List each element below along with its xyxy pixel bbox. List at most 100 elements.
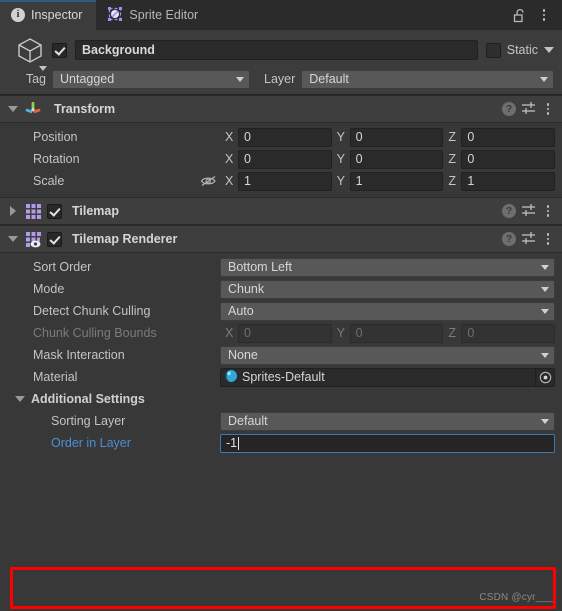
static-label: Static: [506, 43, 538, 57]
order-in-layer-value: -1: [226, 436, 238, 450]
component-title-tilemap-renderer: Tilemap Renderer: [72, 232, 178, 246]
eye-off-icon[interactable]: [196, 174, 220, 188]
tab-sprite-editor[interactable]: Sprite Editor: [96, 0, 212, 30]
axis-label-y: Y: [336, 326, 346, 340]
axis-label-x: X: [225, 174, 234, 188]
preset-icon[interactable]: [521, 231, 536, 248]
chevron-down-icon: [236, 76, 244, 82]
additional-settings-foldout[interactable]: Additional Settings: [7, 388, 555, 410]
position-x-input[interactable]: 0: [238, 127, 332, 147]
mask-interaction-row: Mask Interaction None: [7, 344, 555, 366]
chunk-culling-bounds-z-input: 0: [461, 323, 556, 343]
unity-inspector-window: i Inspector Sprite Editor Background Sta…: [0, 0, 562, 611]
tilemap-foldout-toggle[interactable]: [4, 206, 22, 216]
tab-inspector-label: Inspector: [31, 8, 83, 22]
layer-dropdown[interactable]: Default: [301, 69, 554, 89]
info-icon: i: [11, 8, 25, 22]
transform-foldout-toggle[interactable]: [4, 106, 22, 112]
tilemap-renderer-enabled-checkbox[interactable]: [47, 231, 62, 247]
mode-dropdown[interactable]: Chunk: [220, 279, 555, 299]
kebab-menu-icon[interactable]: [541, 103, 555, 115]
chevron-down-icon: [15, 396, 25, 402]
kebab-menu-icon[interactable]: [533, 4, 555, 26]
rotation-x-input[interactable]: 0: [238, 149, 332, 169]
tag-label: Tag: [25, 72, 46, 86]
position-z-input[interactable]: 0: [461, 127, 556, 147]
kebab-menu-icon[interactable]: [541, 205, 555, 217]
additional-settings-label: Additional Settings: [31, 392, 145, 406]
position-y-input[interactable]: 0: [349, 127, 444, 147]
rotation-vector: X 0 Y 0 Z 0: [220, 149, 556, 169]
gameobject-tag-layer-row: Tag Untagged Layer Default: [8, 68, 554, 90]
chunk-culling-bounds-label: Chunk Culling Bounds: [33, 326, 157, 340]
unlock-icon[interactable]: [509, 4, 531, 26]
tab-bar-spacer: [212, 0, 509, 30]
axis-label-y: Y: [336, 152, 346, 166]
axis-label-x: X: [225, 130, 234, 144]
static-dropdown-caret[interactable]: [544, 47, 554, 53]
help-icon[interactable]: ?: [502, 232, 516, 246]
sorting-layer-label: Sorting Layer: [51, 414, 126, 428]
chevron-down-icon: [540, 76, 548, 82]
chevron-down-icon: [541, 308, 549, 314]
preset-icon[interactable]: [521, 203, 536, 220]
gameobject-name-value: Background: [82, 43, 155, 57]
sort-order-label: Sort Order: [33, 260, 92, 274]
tag-value: Untagged: [60, 72, 115, 86]
mode-value: Chunk: [228, 282, 265, 296]
help-icon[interactable]: ?: [502, 102, 516, 116]
order-in-layer-row: Order in Layer -1: [7, 432, 555, 454]
axis-label-z: Z: [448, 326, 456, 340]
kebab-menu-icon[interactable]: [541, 233, 555, 245]
tilemap-renderer-foldout-toggle[interactable]: [4, 236, 22, 242]
static-checkbox[interactable]: [485, 42, 501, 58]
layer-label: Layer: [264, 72, 296, 86]
tag-dropdown[interactable]: Untagged: [52, 69, 250, 89]
position-label: Position: [33, 130, 78, 144]
gameobject-enabled-checkbox[interactable]: [52, 42, 67, 58]
chevron-down-icon: [541, 352, 549, 358]
mode-label: Mode: [33, 282, 65, 296]
material-row: Material Sprites-Default: [7, 366, 555, 388]
object-picker-icon[interactable]: [535, 368, 554, 386]
detect-chunk-culling-dropdown[interactable]: Auto: [220, 301, 555, 321]
transform-axis-icon: [22, 100, 44, 118]
cube-dropdown-caret[interactable]: [39, 66, 47, 71]
sort-order-dropdown[interactable]: Bottom Left: [220, 257, 555, 277]
material-value: Sprites-Default: [242, 370, 325, 384]
scale-z-input[interactable]: 1: [461, 171, 556, 191]
tab-sprite-editor-label: Sprite Editor: [129, 8, 199, 22]
help-icon[interactable]: ?: [502, 204, 516, 218]
position-vector: X 0 Y 0 Z 0: [220, 127, 556, 147]
axis-label-y: Y: [336, 174, 346, 188]
component-title-transform: Transform: [54, 102, 116, 116]
axis-label-y: Y: [336, 130, 346, 144]
cube-icon[interactable]: [8, 35, 52, 71]
material-object-field[interactable]: Sprites-Default: [220, 367, 555, 387]
component-header-tilemap[interactable]: Tilemap ?: [0, 197, 562, 225]
scale-x-input[interactable]: 1: [238, 171, 332, 191]
chevron-down-icon: [541, 264, 549, 270]
tilemap-enabled-checkbox[interactable]: [47, 203, 62, 219]
rotation-y-input[interactable]: 0: [349, 149, 444, 169]
gameobject-name-input[interactable]: Background: [75, 40, 478, 60]
sorting-layer-dropdown[interactable]: Default: [220, 411, 555, 431]
rotation-z-input[interactable]: 0: [461, 149, 556, 169]
detect-chunk-culling-row: Detect Chunk Culling Auto: [7, 300, 555, 322]
tilemap-header-actions: ?: [502, 203, 555, 220]
scale-y-input[interactable]: 1: [349, 171, 444, 191]
tab-inspector[interactable]: i Inspector: [0, 0, 97, 30]
rotation-label: Rotation: [33, 152, 80, 166]
sort-order-value: Bottom Left: [228, 260, 292, 274]
mode-row: Mode Chunk: [7, 278, 555, 300]
chevron-down-icon: [541, 286, 549, 292]
preset-icon[interactable]: [521, 101, 536, 118]
component-header-tilemap-renderer[interactable]: Tilemap Renderer ?: [0, 225, 562, 253]
chunk-culling-bounds-y-input: 0: [349, 323, 444, 343]
order-in-layer-input[interactable]: -1: [220, 433, 555, 453]
sort-order-row: Sort Order Bottom Left: [7, 256, 555, 278]
mask-interaction-label: Mask Interaction: [33, 348, 125, 362]
axis-label-x: X: [225, 326, 234, 340]
mask-interaction-dropdown[interactable]: None: [220, 345, 555, 365]
component-header-transform[interactable]: Transform ?: [0, 95, 562, 123]
